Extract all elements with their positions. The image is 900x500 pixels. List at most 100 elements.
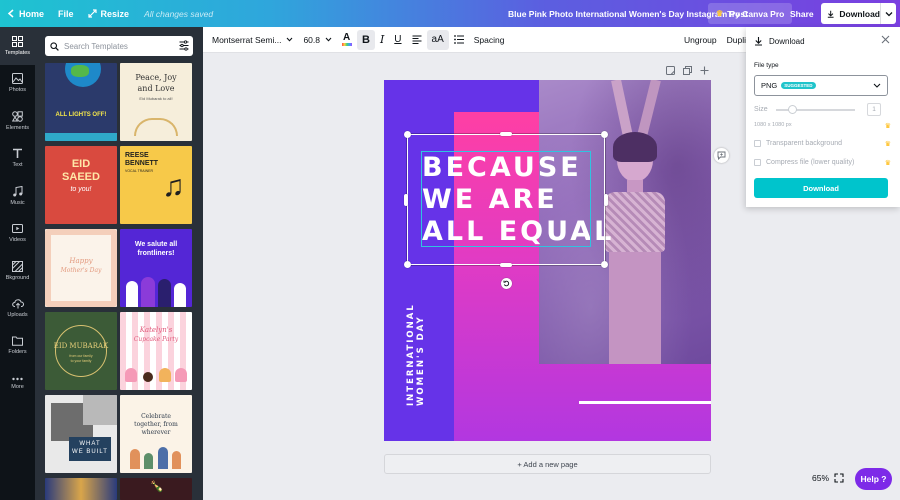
size-input[interactable]: 1 xyxy=(867,103,881,116)
italic-button[interactable]: I xyxy=(375,30,389,50)
template-text: to you! xyxy=(70,186,92,193)
template-thumbnail[interactable]: We salute all frontliners! xyxy=(120,229,192,307)
selection-handle[interactable] xyxy=(601,131,608,138)
selection-handle[interactable] xyxy=(601,261,608,268)
text-color-button[interactable]: A xyxy=(337,30,357,50)
template-thumbnail[interactable]: Happy Mother's Day xyxy=(45,229,117,307)
size-slider-handle[interactable] xyxy=(788,105,797,114)
underline-icon: U xyxy=(394,34,402,45)
rail-item-more[interactable]: More xyxy=(0,365,35,403)
help-button[interactable]: Help ? xyxy=(855,468,892,490)
rail-item-background[interactable]: Bkground xyxy=(0,252,35,290)
download-button[interactable]: Download xyxy=(821,3,880,24)
template-text: EID MUBARAK xyxy=(53,342,109,350)
try-canva-pro-button[interactable]: ♛ Try Canva Pro xyxy=(708,3,793,24)
ungroup-button[interactable]: Ungroup xyxy=(679,30,722,50)
download-label: Download xyxy=(839,8,880,19)
selection-handle[interactable] xyxy=(500,263,512,267)
align-button[interactable] xyxy=(407,30,427,50)
file-type-select[interactable]: PNG SUGGESTED xyxy=(754,75,888,96)
download-options-toggle[interactable] xyxy=(880,3,896,24)
home-button[interactable]: Home xyxy=(0,0,51,27)
template-thumbnail[interactable]: Celebrate together, from wherever xyxy=(120,395,192,473)
download-confirm-button[interactable]: Download xyxy=(754,178,888,198)
template-search[interactable] xyxy=(45,36,193,56)
rail-item-videos[interactable]: Videos xyxy=(0,215,35,253)
file-type-label: File type xyxy=(754,62,779,69)
font-name: Montserrat Semi... xyxy=(212,34,282,45)
filter-icon[interactable] xyxy=(179,40,189,51)
rail-label: Uploads xyxy=(7,312,28,319)
checkbox[interactable] xyxy=(754,140,761,147)
checkbox[interactable] xyxy=(754,159,761,166)
template-thumbnail[interactable]: ALL LIGHTS OFF! xyxy=(45,63,117,141)
bold-button[interactable]: B xyxy=(356,29,375,50)
file-menu[interactable]: File xyxy=(51,0,81,27)
vertical-text[interactable]: INTERNATIONAL WOMEN'S DAY xyxy=(406,296,426,406)
underline-button[interactable]: U xyxy=(389,30,406,50)
rotate-handle[interactable] xyxy=(501,278,512,289)
list-button[interactable] xyxy=(449,30,469,50)
rail-item-templates[interactable]: Templates xyxy=(0,27,35,65)
template-thumbnail[interactable]: EID MUBARAK from our family to your fami… xyxy=(45,312,117,390)
templates-icon xyxy=(12,35,23,47)
template-thumbnail[interactable]: REESE BENNETT VOCAL TRAINER ♫ xyxy=(120,146,192,224)
template-thumbnail[interactable] xyxy=(45,478,117,500)
selection-handle[interactable] xyxy=(404,261,411,268)
share-button[interactable]: Share xyxy=(782,3,822,24)
template-thumbnail[interactable]: 🍾 xyxy=(120,478,192,500)
download-panel-title: Download xyxy=(769,36,805,46)
letter-case-button[interactable]: aA xyxy=(426,29,449,50)
search-input[interactable] xyxy=(64,41,170,51)
template-thumbnail[interactable]: Katelyn's Cupcake Party xyxy=(120,312,192,390)
templates-panel: ALL LIGHTS OFF! Peace, Joy and Love Eid … xyxy=(35,27,203,500)
rail-item-elements[interactable]: Elements xyxy=(0,102,35,140)
crown-icon: ♛ xyxy=(716,9,724,18)
download-icon xyxy=(827,10,834,18)
selection-handle[interactable] xyxy=(604,194,608,206)
vertical-text-line: INTERNATIONAL xyxy=(406,303,416,406)
rail-item-uploads[interactable]: Uploads xyxy=(0,290,35,328)
rail-item-folders[interactable]: Folders xyxy=(0,327,35,365)
add-new-page-button[interactable]: + Add a new page xyxy=(384,454,711,474)
template-text: to your family xyxy=(70,359,92,363)
more-icon xyxy=(12,377,23,380)
zoom-level[interactable]: 65% xyxy=(812,473,829,483)
italic-icon: I xyxy=(379,33,385,46)
selection-handle[interactable] xyxy=(404,194,408,206)
side-rail: Templates Photos Elements Text Music Vid… xyxy=(0,27,35,500)
comment-button[interactable] xyxy=(714,148,729,163)
rail-item-photos[interactable]: Photos xyxy=(0,65,35,103)
compress-file-option[interactable]: Compress file (lower quality) xyxy=(754,159,854,166)
treble-clef-icon: ♫ xyxy=(162,170,185,203)
fullscreen-icon[interactable] xyxy=(834,473,844,483)
add-page-icon[interactable] xyxy=(700,66,709,75)
suggested-badge: SUGGESTED xyxy=(781,82,816,89)
transparent-background-option[interactable]: Transparent background xyxy=(754,140,842,147)
rail-item-text[interactable]: Text xyxy=(0,140,35,178)
font-family-dropdown[interactable]: Montserrat Semi... xyxy=(207,30,298,50)
rail-item-music[interactable]: Music xyxy=(0,177,35,215)
notes-icon[interactable] xyxy=(666,66,675,75)
close-icon[interactable] xyxy=(881,35,890,44)
selection-handle[interactable] xyxy=(404,131,411,138)
selection-handle[interactable] xyxy=(500,132,512,136)
chevron-down-icon xyxy=(325,37,332,42)
font-size-dropdown[interactable]: 60.8 xyxy=(298,30,337,50)
template-text: WHAT xyxy=(79,441,101,447)
template-thumbnail[interactable]: WHAT WE BUILT xyxy=(45,395,117,473)
resize-button[interactable]: Resize xyxy=(81,0,137,27)
crown-icon: ♛ xyxy=(884,123,891,130)
duplicate-page-icon[interactable] xyxy=(683,66,692,75)
template-text: ALL LIGHTS OFF! xyxy=(55,112,107,118)
glasses-icon: 🍾 xyxy=(150,481,164,493)
frontliners-illustration xyxy=(124,275,188,307)
template-thumbnail[interactable]: EID SAEED to you! xyxy=(45,146,117,224)
chevron-left-icon xyxy=(7,9,14,18)
photos-icon xyxy=(12,73,23,85)
spacing-button[interactable]: Spacing xyxy=(469,30,510,50)
template-text: frontliners! xyxy=(137,250,175,257)
duplicate-button[interactable]: Dupli xyxy=(722,30,746,50)
template-thumbnail[interactable]: Peace, Joy and Love Eid Mubarak to all! xyxy=(120,63,192,141)
uploads-icon xyxy=(11,299,24,309)
